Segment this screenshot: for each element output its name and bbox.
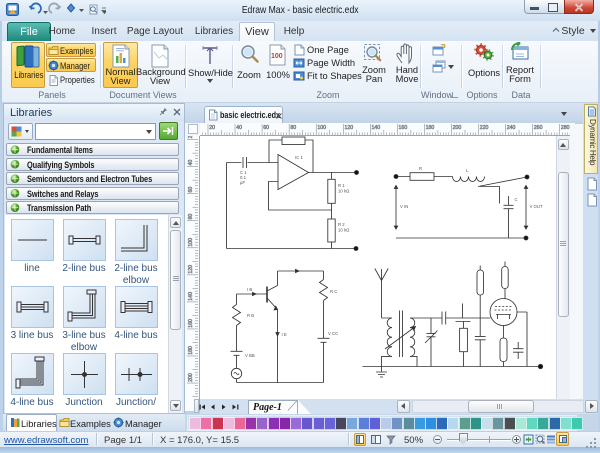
svg-text:160: 160 [399,125,408,131]
svg-text:60: 60 [188,187,194,193]
svg-text:10 kΩ: 10 kΩ [338,228,350,233]
svg-text:180: 180 [426,125,435,131]
svg-text:R B: R B [247,313,254,318]
svg-text:V OUT: V OUT [530,204,544,209]
svg-text:20: 20 [188,136,194,138]
svg-text:R C: R C [330,289,337,294]
svg-text:200: 200 [188,373,194,382]
svg-text:R: R [419,166,422,171]
svg-text:140: 140 [188,292,194,301]
svg-text:20: 20 [209,125,215,131]
svg-text:80: 80 [290,125,296,131]
svg-text:40: 40 [188,160,194,166]
svg-text:80: 80 [188,214,194,220]
svg-text:10 kΩ: 10 kΩ [338,189,350,194]
svg-text:I B: I B [247,287,252,292]
svg-text:L: L [466,168,469,173]
svg-text:280: 280 [561,125,570,131]
svg-text:µF: µF [240,180,245,185]
svg-text:160: 160 [188,319,194,328]
svg-text:60: 60 [263,125,269,131]
svg-text:C: C [515,197,518,202]
svg-text:220: 220 [480,125,489,131]
svg-text:100: 100 [317,125,326,131]
svg-text:IC 1: IC 1 [295,155,303,160]
svg-text:R 1: R 1 [338,183,345,188]
svg-text:120: 120 [344,125,353,131]
svg-text:180: 180 [188,346,194,355]
svg-text:40: 40 [236,125,242,131]
svg-text:120: 120 [188,265,194,274]
svg-text:200: 200 [453,125,462,131]
svg-text:100: 100 [188,238,194,247]
svg-text:I E: I E [282,332,287,337]
svg-text:100: 100 [271,53,283,60]
svg-text:R 2: R 2 [338,222,345,227]
svg-text:V IN: V IN [400,204,408,209]
svg-text:140: 140 [372,125,381,131]
svg-text:V BB: V BB [245,353,255,358]
svg-text:240: 240 [507,125,516,131]
svg-text:260: 260 [534,125,543,131]
svg-text:V CC: V CC [328,331,338,336]
